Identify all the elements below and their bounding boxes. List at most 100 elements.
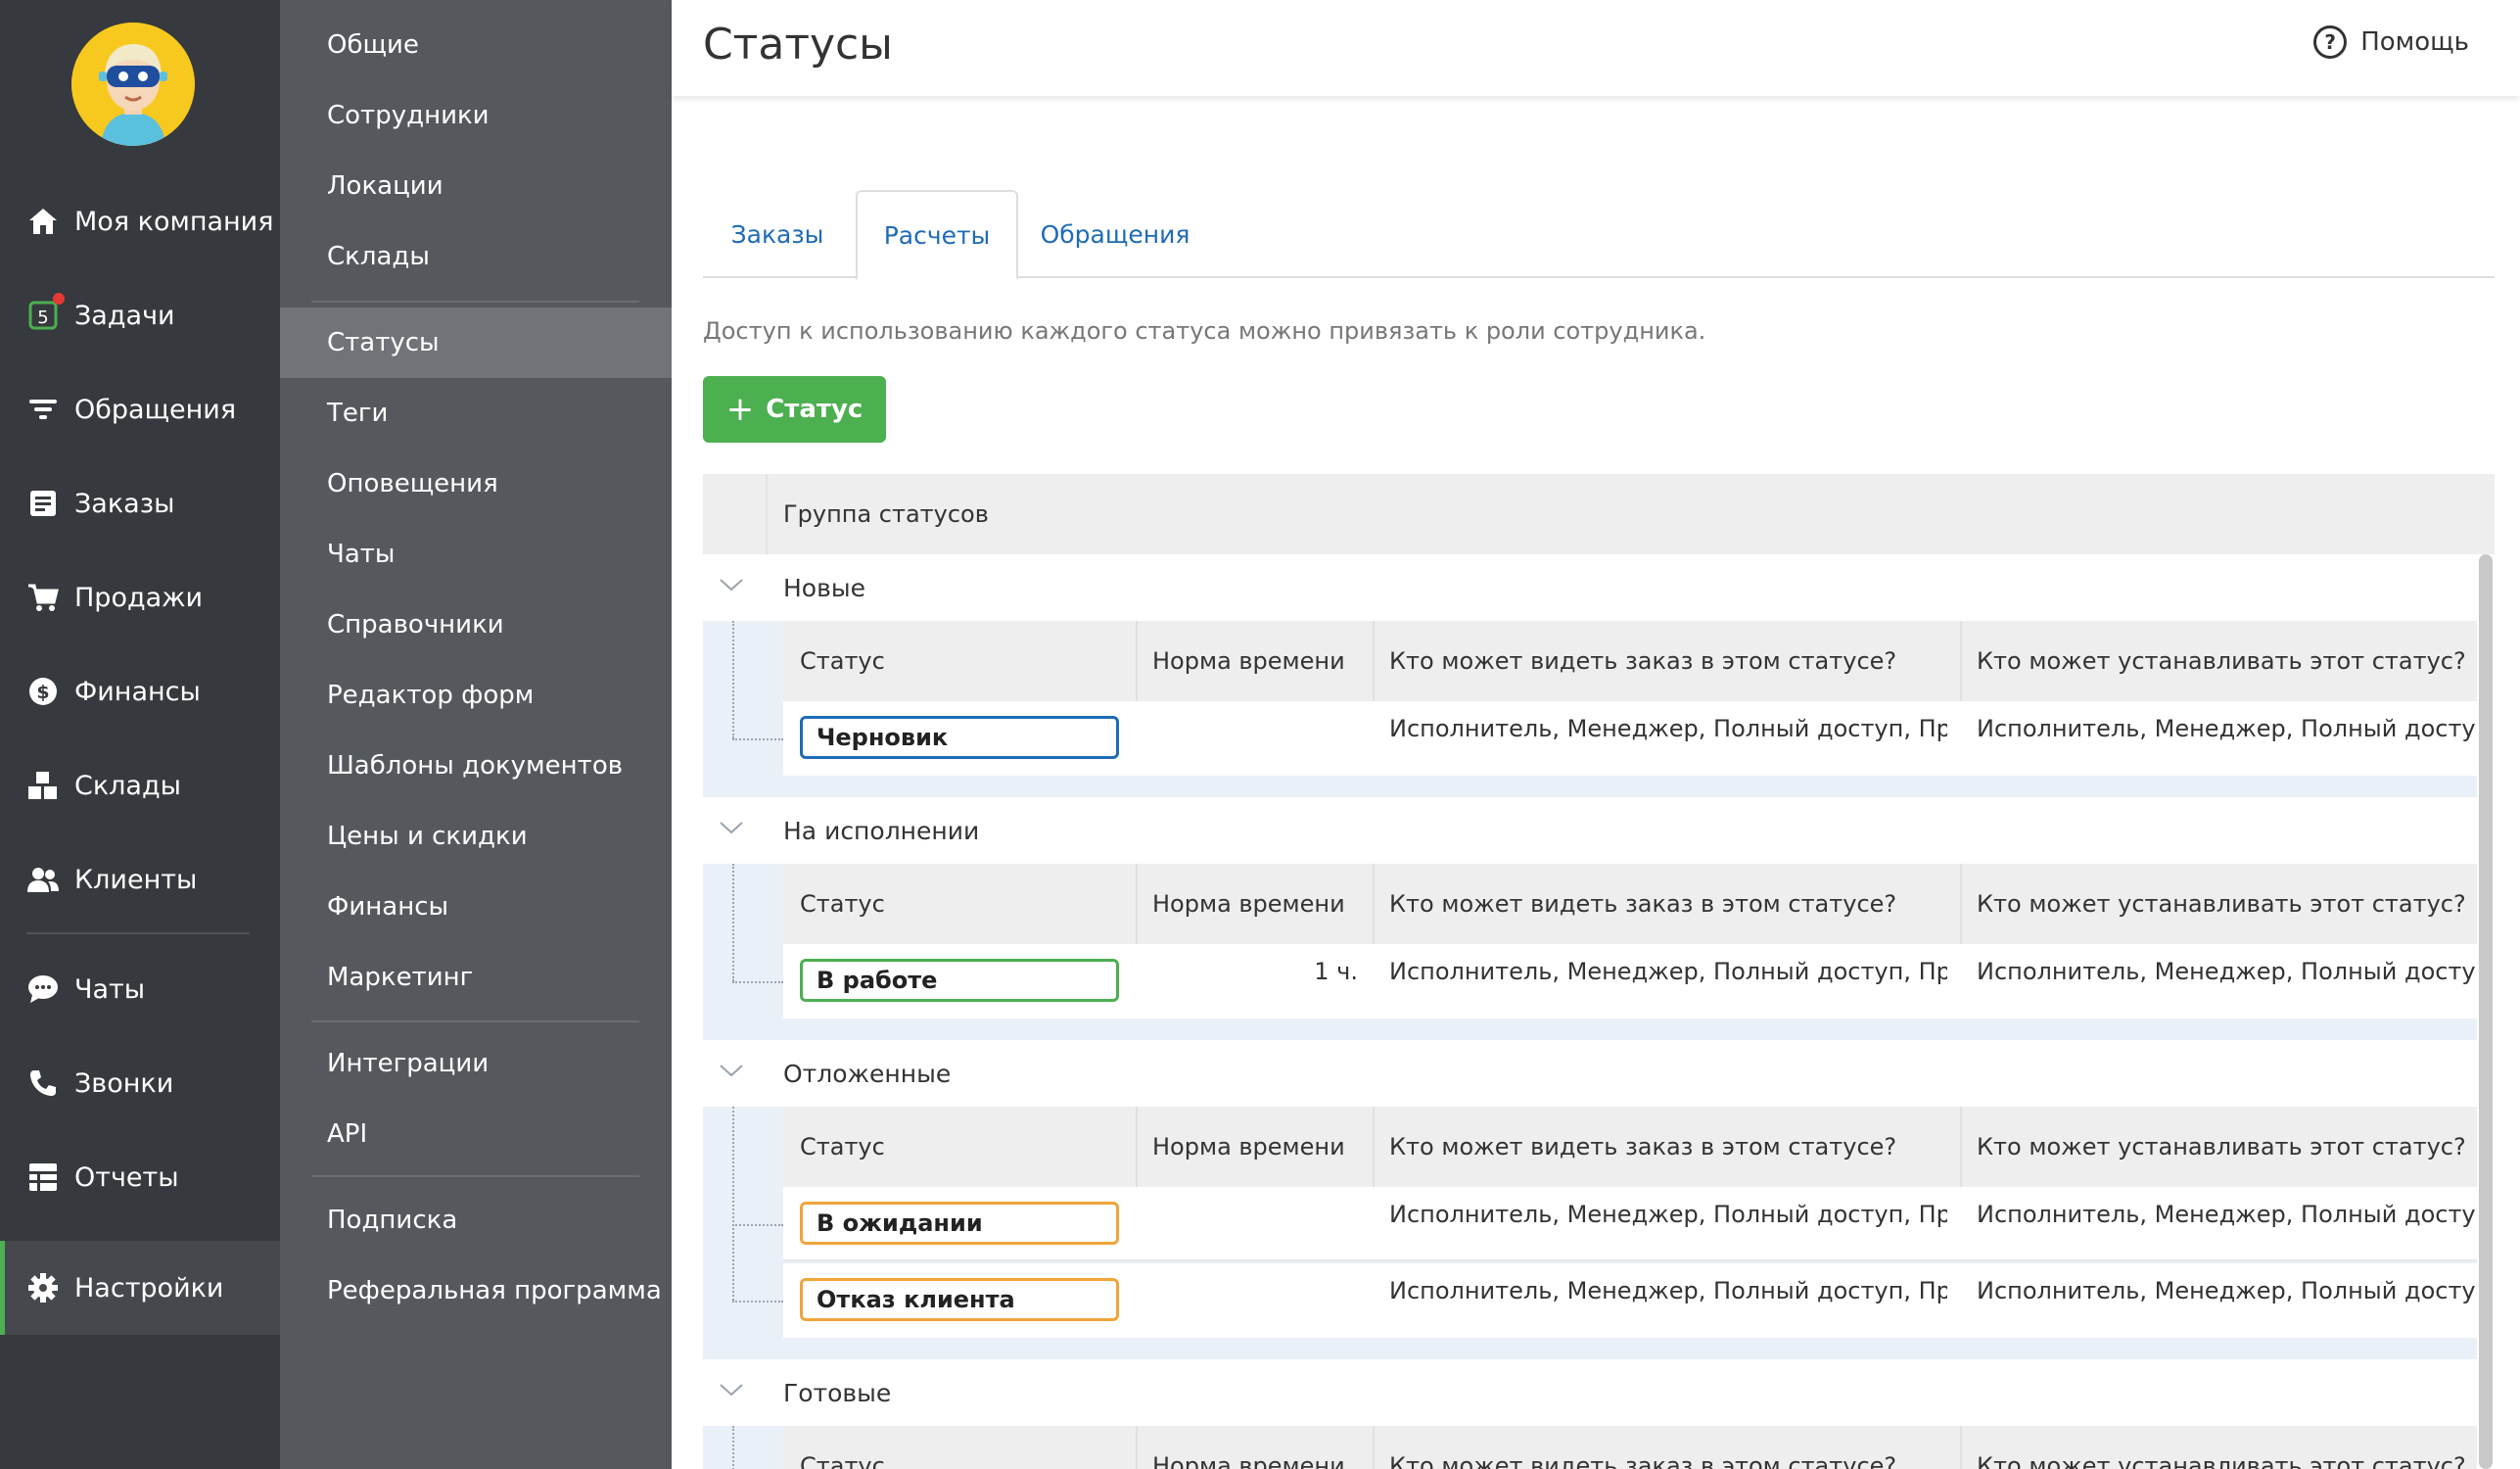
column-separator (766, 474, 768, 554)
status-table-header: Статус Норма времени Кто может видеть за… (783, 864, 2477, 944)
submenu-item-directories[interactable]: Справочники (280, 590, 672, 660)
group-body: Статус Норма времени Кто может видеть за… (703, 621, 2477, 797)
nav-label: Настройки (74, 1272, 224, 1303)
status-row[interactable]: В ожидании Исполнитель, Менеджер, Полный… (783, 1187, 2477, 1261)
col-norm: Норма времени (1152, 1133, 1345, 1161)
submenu-item-finance[interactable]: Финансы (280, 872, 672, 942)
nav-item-clients[interactable]: Клиенты (0, 832, 280, 926)
who-sees-value: Исполнитель, Менеджер, Полный доступ, Пр… (1389, 1277, 1947, 1304)
nav-label: Моя компания (74, 206, 274, 237)
submenu-divider (311, 1020, 639, 1022)
submenu-item-general[interactable]: Общие (280, 10, 672, 80)
help-link[interactable]: ? Помощь (2313, 25, 2469, 59)
nav-item-settings[interactable]: Настройки (0, 1241, 280, 1335)
submenu-item-warehouses[interactable]: Склады (280, 221, 672, 292)
chevron-down-icon[interactable] (719, 1058, 744, 1083)
nav-divider (26, 932, 250, 934)
col-who-sets: Кто может устанавливать этот статус? (1977, 1133, 2466, 1161)
col-status: Статус (800, 1133, 885, 1161)
submenu-item-document-templates[interactable]: Шаблоны документов (280, 731, 672, 801)
submenu-item-subscription[interactable]: Подписка (280, 1185, 672, 1256)
status-table-header: Статус Норма времени Кто может видеть за… (783, 621, 2477, 701)
gear-icon (25, 1270, 61, 1305)
tab-orders[interactable]: Заказы (703, 190, 852, 278)
group-body: Статус Норма времени Кто может видеть за… (703, 1107, 2477, 1359)
nav-item-calls[interactable]: Звонки (0, 1036, 280, 1130)
tab-payments[interactable]: Расчеты (856, 190, 1018, 280)
reports-icon (25, 1160, 61, 1195)
nav-label: Отчеты (74, 1161, 179, 1193)
nav-item-reports[interactable]: Отчеты (0, 1130, 280, 1224)
submenu-item-statuses[interactable]: Статусы (280, 308, 672, 378)
chevron-down-icon[interactable] (719, 815, 744, 840)
nav-item-tasks[interactable]: 5 Задачи (0, 268, 280, 362)
group-header[interactable]: Отложенные (703, 1040, 2477, 1107)
filter-icon (25, 392, 61, 427)
col-who-sets: Кто может устанавливать этот статус? (1977, 890, 2466, 918)
nav-item-warehouses[interactable]: Склады (0, 738, 280, 832)
nav-item-sales[interactable]: Продажи (0, 550, 280, 644)
group-header[interactable]: Новые (703, 554, 2477, 621)
clients-icon (25, 862, 61, 897)
submenu-item-tags[interactable]: Теги (280, 378, 672, 449)
tab-requests[interactable]: Обращения (1022, 190, 1208, 278)
submenu-item-referral-program[interactable]: Реферальная программа (280, 1256, 672, 1326)
submenu-item-employees[interactable]: Сотрудники (280, 80, 672, 151)
submenu-item-marketing[interactable]: Маркетинг (280, 942, 672, 1013)
nav-label: Продажи (74, 582, 204, 613)
tree-line (732, 1224, 783, 1226)
submenu-item-api[interactable]: API (280, 1099, 672, 1169)
submenu-item-integrations[interactable]: Интеграции (280, 1028, 672, 1099)
nav-label: Обращения (74, 394, 237, 425)
nav-item-requests[interactable]: Обращения (0, 362, 280, 456)
status-tabs: Заказы Расчеты Обращения (703, 190, 2495, 280)
scrollbar[interactable] (2479, 554, 2493, 1469)
page-header: Статусы ? Помощь (672, 0, 2520, 96)
settings-submenu: Общие Сотрудники Локации Склады Статусы … (280, 0, 672, 1469)
status-group: На исполнении Статус Норма времени Кто м… (703, 797, 2477, 1040)
help-label: Помощь (2360, 27, 2469, 57)
group-header[interactable]: Готовые (703, 1359, 2477, 1426)
group-body: Статус Норма времени Кто может видеть за… (703, 1426, 2477, 1469)
col-norm: Норма времени (1152, 890, 1345, 918)
nav-item-finance[interactable]: $ Финансы (0, 644, 280, 738)
nav-item-chats[interactable]: Чаты (0, 942, 280, 1036)
group-body: Статус Норма времени Кто может видеть за… (703, 864, 2477, 1040)
chevron-down-icon[interactable] (719, 1377, 744, 1402)
group-header[interactable]: На исполнении (703, 797, 2477, 864)
question-icon: ? (2313, 25, 2348, 59)
chat-icon (25, 971, 61, 1007)
submenu-item-notifications[interactable]: Оповещения (280, 449, 672, 519)
add-status-button[interactable]: + Статус (703, 376, 886, 443)
tree-line (732, 738, 783, 740)
status-row[interactable]: Отказ клиента Исполнитель, Менеджер, Пол… (783, 1263, 2477, 1338)
col-who-sees: Кто может видеть заказ в этом статусе? (1389, 647, 1897, 675)
avatar[interactable] (71, 23, 195, 146)
status-row[interactable]: В работе 1 ч. Исполнитель, Менеджер, Пол… (783, 944, 2477, 1019)
main-nav: Моя компания 5 Задачи Обращения Заказы П… (0, 0, 280, 1469)
chevron-down-icon[interactable] (719, 572, 744, 597)
submenu-item-prices-discounts[interactable]: Цены и скидки (280, 801, 672, 872)
nav-item-orders[interactable]: Заказы (0, 456, 280, 550)
col-norm: Норма времени (1152, 1452, 1345, 1469)
time-norm-value: 1 ч. (1314, 958, 1358, 985)
submenu-item-locations[interactable]: Локации (280, 151, 672, 221)
submenu-item-form-editor[interactable]: Редактор форм (280, 660, 672, 731)
group-column-header: Группа статусов (783, 500, 989, 528)
col-status: Статус (800, 1452, 885, 1469)
status-pill[interactable]: Черновик (800, 716, 1119, 759)
status-pill[interactable]: В работе (800, 959, 1119, 1002)
nav-label: Клиенты (74, 864, 198, 895)
notification-dot (53, 293, 65, 305)
svg-text:$: $ (36, 682, 49, 703)
who-sees-value: Исполнитель, Менеджер, Полный доступ, Пр… (1389, 958, 1947, 985)
nav-item-my-company[interactable]: Моя компания (0, 174, 280, 268)
nav-label: Заказы (74, 488, 175, 519)
status-pill[interactable]: Отказ клиента (800, 1278, 1119, 1321)
status-row[interactable]: Черновик Исполнитель, Менеджер, Полный д… (783, 701, 2477, 776)
submenu-item-chats[interactable]: Чаты (280, 519, 672, 590)
tree-line (732, 1426, 734, 1469)
col-norm: Норма времени (1152, 647, 1345, 675)
tree-line (732, 1107, 734, 1301)
status-pill[interactable]: В ожидании (800, 1202, 1119, 1245)
